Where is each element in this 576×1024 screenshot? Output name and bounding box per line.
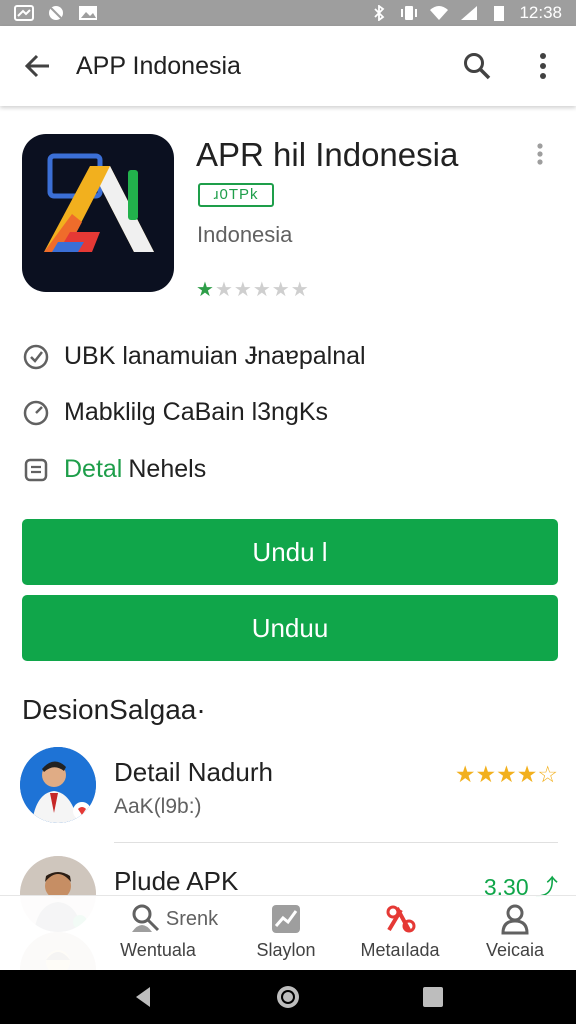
nav-item-metailada[interactable]: Metaılada <box>345 902 455 968</box>
blocked-icon <box>49 6 63 20</box>
app-name: APR hil Indonesia <box>196 136 459 173</box>
vibrate-icon <box>401 6 418 20</box>
back-button[interactable] <box>0 26 76 106</box>
bottom-nav: Srenk Wentuala Slaylon Metaılada Veicaia <box>0 895 576 970</box>
nav-label: Wentuala <box>120 940 196 960</box>
nav-label: Veicaia <box>485 940 545 960</box>
app-bar: APP Indonesia <box>0 26 576 106</box>
list-item-title: Plude APK <box>114 866 239 896</box>
search-person-icon <box>131 904 159 932</box>
nav-label: Metaılada <box>360 940 440 960</box>
image-icon <box>79 6 97 20</box>
section-title: DesionSalgaa· <box>22 694 206 725</box>
arrow-left-icon <box>24 54 49 78</box>
system-back-icon[interactable] <box>130 984 156 1010</box>
star-icon: ★ <box>214 279 234 301</box>
wifi-icon <box>430 6 449 20</box>
bluetooth-icon <box>374 5 385 21</box>
info-row-accent: Detal <box>64 455 123 483</box>
status-bar: 12:38 <box>0 0 576 26</box>
star-icon: ★ <box>233 279 253 301</box>
system-recents-icon[interactable] <box>420 984 446 1010</box>
search-icon <box>464 53 491 80</box>
nav-item-slaylon[interactable]: Slaylon <box>231 902 341 968</box>
info-row-text: UBK Ɩanamuian Ɉnaɐpalnal <box>64 342 366 370</box>
status-time: 12:38 <box>519 3 562 22</box>
person-icon <box>501 904 529 935</box>
rating-text: ★★★★☆ <box>454 761 558 787</box>
info-row-details[interactable]: Detal Nehels <box>22 455 542 484</box>
info-row-speed[interactable]: Mabklilg CaBain Ɩ3ngKs <box>22 398 542 427</box>
developer-name: Indonesia <box>197 222 293 247</box>
nav-item-veicaia[interactable]: Veicaia <box>460 902 570 968</box>
battery-icon <box>494 6 505 21</box>
header-more-button[interactable] <box>528 140 552 170</box>
rating-stars: ★★★★★★ <box>196 277 310 302</box>
system-nav-bar <box>0 970 576 1024</box>
nav-item-wentuala[interactable]: Srenk Wentuala <box>118 902 228 968</box>
chart-icon <box>272 905 300 933</box>
divider <box>114 842 558 843</box>
speed-icon <box>23 400 49 425</box>
check-circle-icon <box>23 344 49 369</box>
search-button[interactable] <box>444 26 510 106</box>
star-icon: ★ <box>271 279 291 301</box>
more-vert-icon <box>537 143 543 165</box>
download-button[interactable]: Undu l <box>22 519 558 585</box>
app-logo-icon <box>44 153 154 252</box>
list-item[interactable]: Detail Nadurh AaK(Ɩ9b:) ★★★★☆ <box>20 745 558 835</box>
app-bar-title: APP Indonesia <box>76 51 241 80</box>
overflow-menu-button[interactable] <box>510 26 576 106</box>
doc-icon <box>24 458 48 481</box>
more-vert-icon <box>540 53 546 79</box>
star-icon: ★ <box>196 279 215 301</box>
info-row-text: Nehels <box>128 455 207 483</box>
screenshot-icon <box>14 5 34 21</box>
tools-icon <box>386 905 416 933</box>
app-badge: ɹ0TPk <box>198 183 274 207</box>
star-icon: ★ <box>252 279 272 301</box>
nav-extra-label: Srenk <box>165 907 219 930</box>
info-row-checked[interactable]: UBK Ɩanamuian Ɉnaɐpalnal <box>22 342 542 371</box>
info-row-text: Mabklilg CaBain Ɩ3ngKs <box>64 398 329 426</box>
avatar <box>20 747 96 823</box>
nav-label: Slaylon <box>256 940 316 960</box>
signal-icon <box>461 6 478 20</box>
app-icon <box>22 134 174 292</box>
download-secondary-button[interactable]: Unduu <box>22 595 558 661</box>
star-icon: ★ <box>290 279 310 301</box>
list-item-rating: ★★★★☆ <box>455 761 558 788</box>
system-home-icon[interactable] <box>275 984 301 1010</box>
list-item-title: Detail Nadurh <box>114 757 273 787</box>
list-item-subtitle: AaK(Ɩ9b:) <box>114 795 202 818</box>
